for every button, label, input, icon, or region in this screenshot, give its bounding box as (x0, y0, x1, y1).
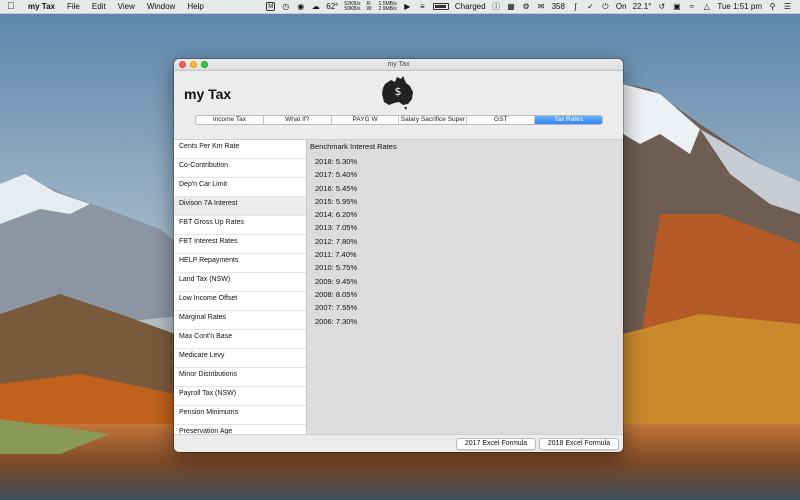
panel-title: Benchmark Interest Rates (310, 142, 397, 151)
logo-symbol: $ (395, 85, 402, 98)
tab-gst[interactable]: GST (467, 116, 536, 124)
rate-row: 2015: 5.95% (315, 196, 358, 206)
info-icon[interactable]: ⓘ (492, 2, 501, 12)
rate-row: 2014: 6.20% (315, 210, 358, 220)
app-menu[interactable]: my Tax (22, 2, 61, 11)
menu-file[interactable]: File (61, 2, 86, 11)
mail-count[interactable]: 358 (552, 2, 565, 12)
battery-icon[interactable] (432, 3, 449, 10)
tab-payg-w[interactable]: PAYG W (332, 116, 400, 124)
list-item[interactable]: HELP Repayments (174, 254, 306, 273)
gear-icon[interactable]: ⚙ (522, 2, 531, 12)
close-button[interactable] (179, 61, 186, 68)
temperature-readout[interactable]: 62° (326, 2, 338, 12)
excel-2017-button[interactable]: 2017 Excel Formula (456, 438, 536, 450)
menu-bar:  my Tax File Edit View Window Help M ◷ … (0, 0, 800, 14)
zoom-button[interactable] (201, 61, 208, 68)
notification-list-icon[interactable]: ☰ (783, 2, 792, 12)
cpu-temperature[interactable]: 22.1° (633, 2, 652, 12)
rate-row: 2018: 5.30% (315, 157, 358, 166)
app-header: my Tax $ Income Tax What If? PAYG W Sala… (174, 71, 623, 127)
list-item[interactable]: FBT Gross Up Rates (174, 216, 306, 235)
status-m-icon[interactable]: M (266, 2, 276, 11)
search-icon[interactable]: ⚲ (768, 2, 777, 12)
status-area: M ◷ ◉ ☁ 62° 52KB/s 50KB/s R: W: 1.5MB/s … (266, 1, 800, 12)
rate-row: 2009: 9.45% (315, 276, 358, 286)
list-item[interactable]: Preservation Age (174, 425, 306, 434)
rates-list: 2018: 5.30% 2017: 5.40% 2016: 5.45% 2015… (315, 155, 357, 328)
list-item-selected[interactable]: Divison 7A Interest (174, 197, 306, 216)
window-title: my Tax (387, 61, 410, 68)
tab-bar: Income Tax What If? PAYG W Salary Sacrif… (195, 115, 603, 125)
history-icon[interactable]: ↺ (657, 2, 666, 12)
tab-income-tax[interactable]: Income Tax (196, 116, 264, 124)
rates-panel: Benchmark Interest Rates 2018: 5.30% 201… (307, 140, 623, 434)
clock-readout[interactable]: Tue 1:51 pm (717, 2, 762, 12)
menu-window[interactable]: Window (141, 2, 181, 11)
list-item[interactable]: Cents Per Km Rate (174, 140, 306, 159)
clock-icon[interactable]: ◷ (281, 2, 290, 12)
my-tax-window: my Tax my Tax $ Income Tax What If? PAYG… (174, 59, 623, 452)
window-footer: 2017 Excel Formula 2018 Excel Formula (174, 434, 623, 452)
rate-row: 2011: 7.40% (315, 250, 357, 260)
menu-view[interactable]: View (112, 2, 141, 11)
play-icon[interactable]: ▶ (403, 2, 412, 12)
list-item[interactable]: Land Tax (NSW) (174, 273, 306, 292)
signature-icon[interactable]: ∫ (571, 2, 580, 12)
circle-icon[interactable]: ◉ (296, 2, 305, 12)
rate-row: 2006: 7.30% (315, 316, 358, 326)
tab-tax-rates[interactable]: Tax Rates (535, 116, 602, 124)
content-area: Cents Per Km Rate Co-Contribution Dep'n … (174, 139, 623, 434)
battery-status[interactable]: Charged (455, 2, 486, 12)
power-icon[interactable]: ⏻ (601, 2, 610, 12)
rate-row: 2010: 5.75% (315, 263, 358, 273)
checkmark-icon[interactable]: ✓ (586, 2, 595, 12)
disk-write: 2.9MB/s (378, 5, 397, 12)
menu-help[interactable]: Help (181, 2, 209, 11)
list-item[interactable]: Max Cont'n Base (174, 330, 306, 349)
tab-salary-sacrifice-super[interactable]: Salary Sacrifice Super (399, 116, 468, 124)
excel-2018-button[interactable]: 2018 Excel Formula (539, 438, 619, 450)
topic-list[interactable]: Cents Per Km Rate Co-Contribution Dep'n … (174, 140, 307, 434)
rate-row: 2008: 8.05% (315, 289, 358, 299)
disk-labels: R: W: (366, 1, 373, 12)
list-item[interactable]: Marginal Rates (174, 311, 306, 330)
disk-speed[interactable]: 1.5MB/s 2.9MB/s (378, 1, 397, 12)
list-item[interactable]: Medicare Levy (174, 349, 306, 368)
australia-dollar-logo-icon: $ (382, 76, 413, 110)
apple-menu-icon[interactable]:  (0, 1, 22, 12)
traffic-lights (179, 61, 208, 68)
disk-w-label: W: (366, 5, 373, 12)
weather-icon[interactable]: ☁ (311, 2, 320, 12)
list-item[interactable]: Co-Contribution (174, 159, 306, 178)
list-item[interactable]: Low Income Offset (174, 292, 306, 311)
display-icon[interactable]: ▣ (672, 2, 681, 12)
menu-edit[interactable]: Edit (86, 2, 112, 11)
list-item[interactable]: Pension Minimums (174, 406, 306, 425)
window-titlebar[interactable]: my Tax (174, 59, 623, 71)
mail-icon[interactable]: ✉ (537, 2, 546, 12)
on-label[interactable]: On (616, 2, 627, 12)
rate-row: 2017: 5.40% (315, 170, 358, 180)
tab-what-if[interactable]: What If? (264, 116, 332, 124)
rate-row: 2016: 5.45% (315, 183, 358, 193)
airplay-icon[interactable]: △ (702, 2, 711, 12)
app-heading: my Tax (184, 86, 232, 102)
bars-icon[interactable]: ≡ (418, 2, 427, 12)
list-item[interactable]: Dep'n Car Limit (174, 178, 306, 197)
list-item[interactable]: Payroll Tax (NSW) (174, 387, 306, 406)
wifi-icon[interactable]: ≈ (687, 2, 696, 12)
rate-row: 2007: 7.55% (315, 303, 358, 313)
grid-icon[interactable]: ▦ (507, 2, 516, 12)
list-item[interactable]: FBT Interest Rates (174, 235, 306, 254)
rate-row: 2013: 7.05% (315, 223, 358, 233)
minimize-button[interactable] (190, 61, 197, 68)
rate-row: 2012: 7.80% (315, 236, 358, 246)
network-speed[interactable]: 52KB/s 50KB/s (344, 1, 361, 12)
net-down: 50KB/s (344, 5, 361, 12)
list-item[interactable]: Minor Distributions (174, 368, 306, 387)
